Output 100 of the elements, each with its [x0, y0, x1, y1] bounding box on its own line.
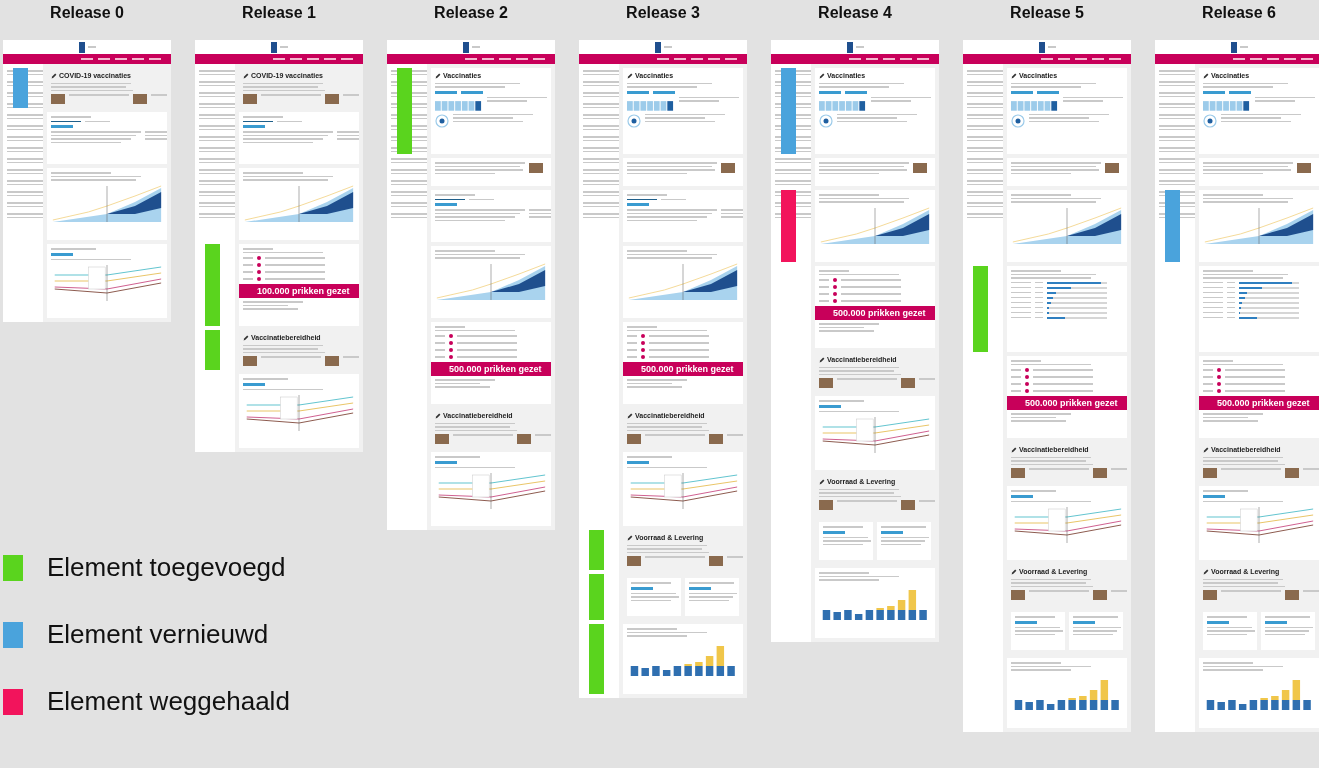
stat-number-drawing — [819, 90, 841, 94]
pencil-icon — [1011, 568, 1017, 575]
pencil-icon — [1011, 72, 1017, 79]
text-lines — [1221, 590, 1281, 592]
text-lines — [823, 526, 863, 528]
photo-placeholder — [709, 434, 723, 445]
text-lines — [261, 356, 321, 358]
milestone-banner: 500.000 prikken gezet — [623, 362, 743, 376]
milestone-dot-icon — [257, 270, 261, 274]
photo-placeholder — [243, 356, 257, 367]
milestone-banner: 100.000 prikken gezet — [239, 284, 359, 298]
legend-label: Element weggehaald — [47, 686, 290, 717]
milestone-banner: 500.000 prikken gezet — [815, 306, 935, 320]
photo-placeholder — [133, 94, 147, 105]
text-lines — [689, 592, 737, 601]
photo-placeholder — [1285, 468, 1299, 479]
logo-icon — [462, 41, 469, 53]
text-lines — [1011, 413, 1071, 422]
pencil-icon — [1203, 568, 1209, 575]
photo-placeholder — [1011, 590, 1025, 601]
stat-number-drawing — [435, 90, 457, 94]
stat-number-drawing — [1265, 620, 1287, 624]
logo-icon — [270, 41, 277, 53]
pencil-icon — [1203, 446, 1209, 453]
pencil-icon — [243, 72, 249, 79]
photo-placeholder — [901, 378, 915, 389]
text-lines — [1015, 616, 1055, 618]
stat-number-drawing — [627, 460, 649, 464]
stat-number-drawing — [627, 90, 649, 94]
stat-number-drawing — [689, 586, 711, 590]
text-lines — [837, 378, 897, 380]
milestone-dot-icon — [641, 341, 645, 345]
text-lines — [1011, 490, 1056, 492]
text-lines — [487, 96, 547, 102]
milestone-dot-icon — [1217, 389, 1221, 393]
stat-number-drawing — [461, 90, 483, 94]
stat-number-drawing — [243, 125, 265, 128]
photo-placeholder — [901, 500, 915, 511]
text-lines — [1255, 96, 1315, 102]
text-lines — [627, 379, 687, 388]
pencil-icon — [435, 72, 441, 79]
milestone-dot-icon — [833, 292, 837, 296]
text-lines — [1029, 590, 1089, 592]
text-lines — [1265, 626, 1313, 635]
text-lines — [689, 582, 734, 584]
milestone-dot-icon — [257, 277, 261, 281]
milestone-dot-icon — [641, 348, 645, 352]
stat-number-drawing — [1203, 494, 1225, 498]
photo-placeholder — [1297, 163, 1311, 173]
photo-placeholder — [1093, 590, 1107, 601]
stat-number-drawing — [51, 125, 73, 128]
milestone-dot-icon — [1025, 368, 1029, 372]
milestone-banner: 500.000 prikken gezet — [1007, 396, 1127, 410]
photo-placeholder — [709, 556, 723, 567]
stat-number-drawing — [435, 203, 457, 206]
milestone-dot-icon — [449, 334, 453, 338]
pencil-icon — [819, 356, 825, 363]
logo-icon — [846, 41, 853, 53]
text-lines — [1029, 468, 1089, 470]
pencil-icon — [627, 534, 633, 541]
legend-label: Element vernieuwd — [47, 619, 269, 650]
photo-placeholder — [819, 378, 833, 389]
photo-placeholder — [517, 434, 531, 445]
person-progress-icon — [1011, 113, 1025, 128]
milestone-dot-icon — [641, 355, 645, 359]
photo-placeholder — [721, 163, 735, 173]
milestone-dot-icon — [833, 299, 837, 303]
text-lines — [453, 434, 513, 436]
text-lines — [1265, 616, 1310, 618]
stat-number-drawing — [1015, 620, 1037, 624]
text-lines — [1203, 413, 1263, 422]
pencil-icon — [1203, 72, 1209, 79]
text-lines — [1207, 616, 1247, 618]
release-title: Release 0 — [50, 3, 124, 23]
text-lines — [837, 500, 897, 502]
stat-number-drawing — [435, 460, 457, 464]
text-lines — [627, 456, 672, 458]
milestone-dot-icon — [833, 285, 837, 289]
photo-placeholder — [243, 94, 257, 105]
stat-number-drawing — [845, 90, 867, 94]
stat-number-drawing — [823, 530, 845, 534]
pencil-icon — [51, 72, 57, 79]
photo-placeholder — [627, 434, 641, 445]
stat-number-drawing — [1207, 620, 1229, 624]
milestone-dot-icon — [257, 263, 261, 267]
pencil-icon — [435, 412, 441, 419]
stat-number-drawing — [653, 90, 675, 94]
text-lines — [823, 536, 871, 545]
pencil-icon — [243, 334, 249, 341]
text-lines — [881, 526, 926, 528]
milestone-dot-icon — [1217, 382, 1221, 386]
release-title: Release 5 — [1010, 3, 1084, 23]
photo-placeholder — [913, 163, 927, 173]
milestone-dot-icon — [449, 355, 453, 359]
person-progress-icon — [1203, 113, 1217, 128]
milestone-banner: 500.000 prikken gezet — [431, 362, 551, 376]
release-title: Release 2 — [434, 3, 508, 23]
photo-placeholder — [1093, 468, 1107, 479]
milestone-dot-icon — [641, 334, 645, 338]
photo-placeholder — [51, 94, 65, 105]
